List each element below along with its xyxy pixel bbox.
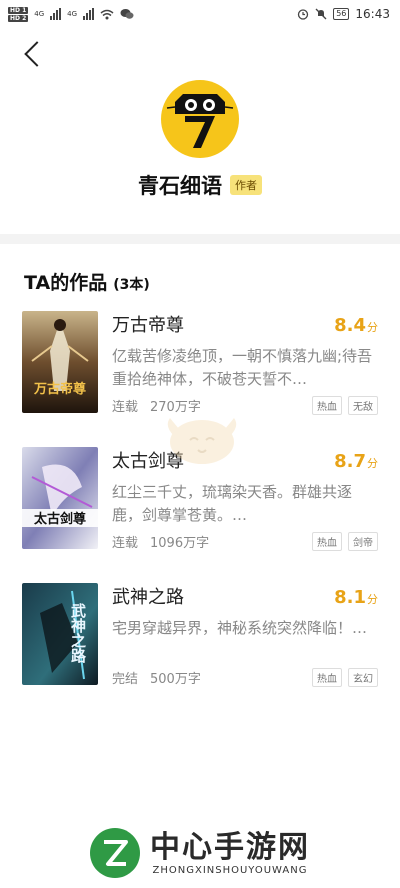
book-cover[interactable]: 万古帝尊: [22, 311, 98, 413]
signal-icon-2: [83, 8, 95, 20]
site-logo-icon: [90, 828, 140, 878]
watermark-title: 中心手游网: [150, 829, 310, 865]
score-unit: 分: [367, 457, 378, 470]
mute-icon: [315, 8, 327, 20]
book-status: 连载: [112, 400, 139, 415]
works-header: TA的作品 (3本): [0, 244, 400, 311]
back-arrow-icon[interactable]: [24, 41, 50, 67]
author-name: 青石细语: [138, 174, 222, 198]
author-name-row: 青石细语 作者: [138, 170, 262, 200]
book-tag[interactable]: 玄幻: [348, 668, 378, 687]
wifi-icon: [100, 9, 114, 19]
book-description: 亿载苦修凌绝顶，一朝不慎落九幽;待吾重拾绝神体，不破苍天誓不…: [112, 347, 373, 388]
book-info: 万古帝尊 8.4分 亿载苦修凌绝顶，一朝不慎落九幽;待吾重拾绝神体，不破苍天誓不…: [112, 311, 378, 415]
section-divider: [0, 234, 400, 244]
sim-indicators: HD 1 HD 2: [8, 6, 29, 22]
clock: 16:43: [355, 7, 390, 21]
book-info: 太古剑尊 8.7分 红尘三千丈，琉璃染天香。群雄共逐鹿，剑尊掌苍黄。… 连载 1…: [112, 447, 378, 551]
book-title[interactable]: 万古帝尊: [112, 311, 184, 337]
net1-label: 4G: [34, 10, 45, 18]
battery-icon: 56: [333, 8, 350, 20]
book-tag[interactable]: 热血: [312, 396, 342, 415]
book-score: 8.1分: [334, 587, 378, 608]
book-info: 武神之路 8.1分 宅男穿越异界，神秘系统突然降临！… 完结 500万字 热血 …: [112, 583, 378, 687]
mascot-watermark-icon: [167, 418, 237, 464]
works-count: (3本): [113, 277, 150, 293]
book-cover[interactable]: 武神之路: [22, 583, 98, 685]
score-value: 8.1: [334, 587, 366, 608]
works-title: TA的作品: [24, 272, 108, 294]
author-badge: 作者: [230, 175, 262, 195]
score-value: 8.4: [334, 315, 366, 336]
sim2-label: HD 2: [8, 14, 29, 22]
book-title[interactable]: 武神之路: [112, 583, 184, 609]
book-tag[interactable]: 无敌: [348, 396, 378, 415]
book-tag[interactable]: 剑帝: [348, 532, 378, 551]
book-score: 8.4分: [334, 315, 378, 336]
status-right: 56 16:43: [297, 7, 390, 21]
author-profile: 青石细语 作者: [0, 80, 400, 200]
cat-logo-icon: [166, 94, 234, 148]
top-nav: [0, 28, 400, 80]
book-item[interactable]: 武神之路 武神之路 8.1分 宅男穿越异界，神秘系统突然降临！… 完结 500万…: [0, 583, 400, 719]
signal-icon: [50, 8, 62, 20]
status-bar: HD 1 HD 2 4G 4G 56 16:43: [0, 0, 400, 28]
book-meta: 连载 270万字 热血 无敌: [112, 396, 378, 415]
book-word-count: 1096万字: [150, 536, 210, 551]
net2-label: 4G: [67, 10, 78, 18]
book-word-count: 500万字: [150, 672, 201, 687]
status-left: HD 1 HD 2 4G 4G: [8, 6, 134, 22]
book-description: 宅男穿越异界，神秘系统突然降临！…: [112, 619, 368, 637]
book-score: 8.7分: [334, 451, 378, 472]
site-watermark: 中心手游网 ZHONGXINSHOUYOUWANG: [0, 818, 400, 888]
alarm-icon: [298, 9, 309, 20]
author-avatar[interactable]: [161, 80, 239, 158]
book-meta: 完结 500万字 热血 玄幻: [112, 668, 378, 687]
score-value: 8.7: [334, 451, 366, 472]
book-status: 完结: [112, 672, 139, 687]
watermark-subtitle: ZHONGXINSHOUYOUWANG: [152, 864, 308, 876]
sim1-label: HD 1: [8, 6, 29, 14]
cover-title-3: 武神之路: [69, 602, 87, 663]
cover-title-2: 太古剑尊: [33, 511, 86, 527]
book-cover[interactable]: 太古剑尊: [22, 447, 98, 549]
book-description: 红尘三千丈，琉璃染天香。群雄共逐鹿，剑尊掌苍黄。…: [112, 483, 353, 524]
wechat-icon: [120, 9, 134, 19]
book-status: 连载: [112, 536, 139, 551]
cover-title-1: 万古帝尊: [33, 381, 86, 397]
book-tag[interactable]: 热血: [312, 668, 342, 687]
book-tag[interactable]: 热血: [312, 532, 342, 551]
score-unit: 分: [367, 593, 378, 606]
book-meta: 连载 1096万字 热血 剑帝: [112, 532, 378, 551]
score-unit: 分: [367, 321, 378, 334]
